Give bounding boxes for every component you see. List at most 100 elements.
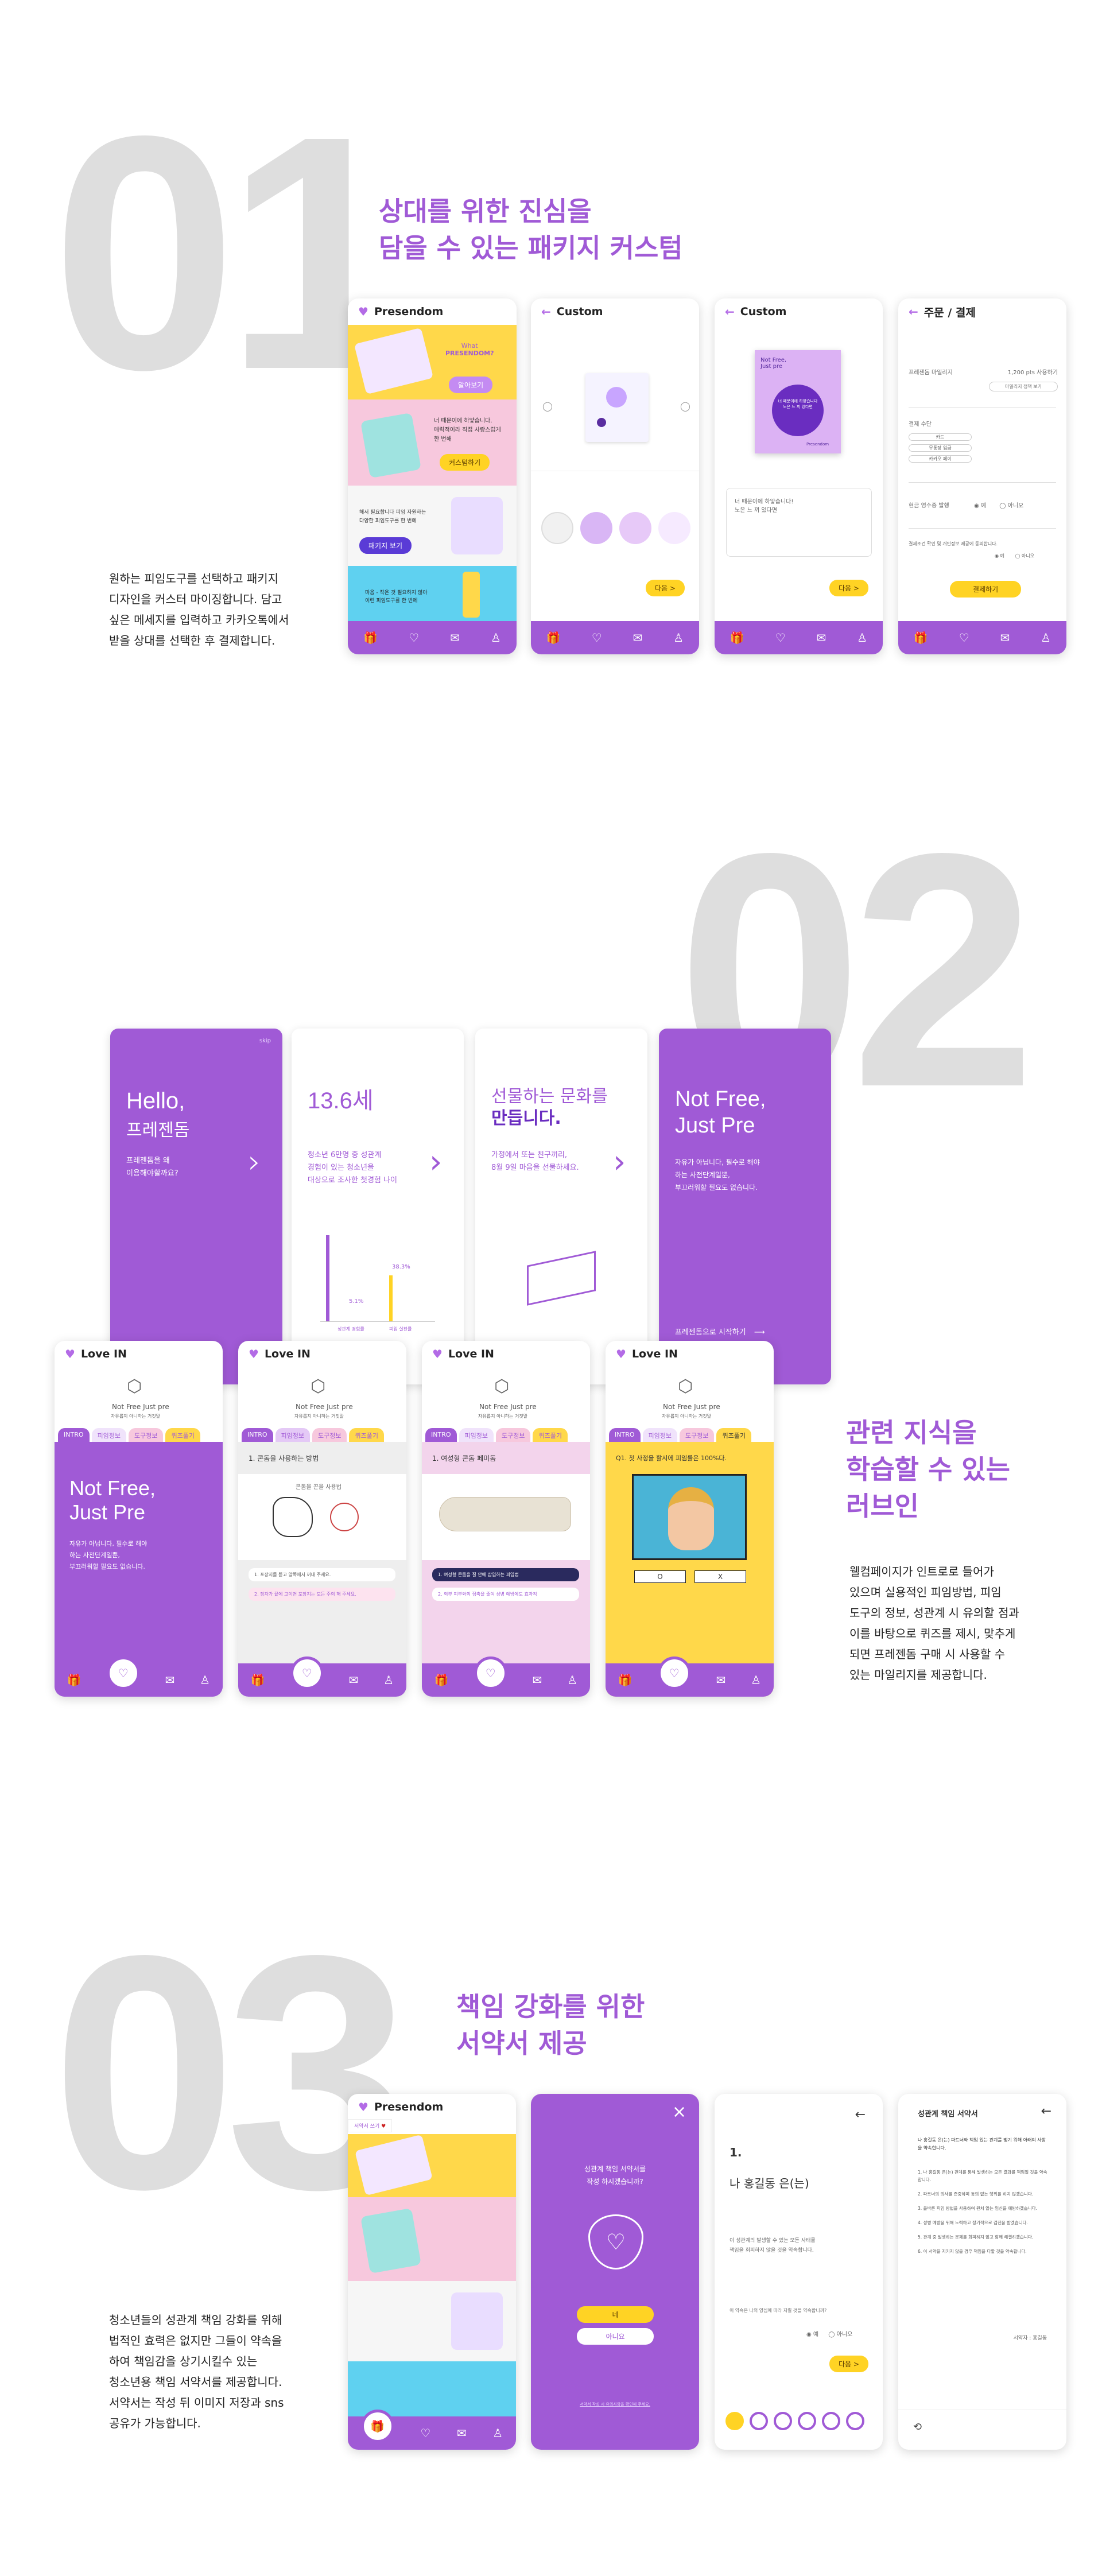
nav-message-icon[interactable]: ✉ — [1000, 631, 1010, 645]
tab-tool[interactable]: 도구정보 — [679, 1428, 715, 1443]
design-option[interactable] — [658, 512, 690, 544]
nav-heart-icon[interactable]: ♡ — [775, 631, 786, 645]
nav-gift-icon[interactable]: 🎁 — [914, 631, 928, 645]
tab-quiz[interactable]: 퀴즈풀기 — [349, 1428, 384, 1443]
nav-message-icon[interactable]: ✉ — [716, 1673, 726, 1687]
design-option[interactable] — [580, 512, 612, 544]
banner-news[interactable]: 마음 - 작은 것 필요하지 않아 이런 피임도구를 한 번에 — [348, 566, 517, 621]
nav-user-icon[interactable]: ♙ — [492, 2426, 503, 2440]
message-input[interactable]: 너 때문이에 하얗습니다! 노은 느 끼 있다면 — [726, 488, 872, 557]
banner-what[interactable] — [348, 2134, 516, 2197]
design-option[interactable] — [541, 512, 573, 544]
nav-message-icon[interactable]: ✉ — [457, 2426, 467, 2440]
banner-message[interactable]: 너 때문이에 하얗습니다. 매력적이라 직접 사랑스럽게 한 번해 커스텀하기 — [348, 399, 517, 486]
tab-tool[interactable]: 도구정보 — [312, 1428, 347, 1443]
banner-package[interactable]: 해서 필요합니다 피임 자원하는 다양한 피임도구를 한 번에 패키지 보기 — [348, 486, 517, 566]
banner-what[interactable]: What PRESENDOM? 알아보기 — [348, 325, 517, 399]
nav-message-icon[interactable]: ✉ — [349, 1673, 359, 1687]
tab-method[interactable]: 피임정보 — [459, 1428, 494, 1443]
banner-package[interactable] — [348, 2281, 516, 2361]
tab-quiz[interactable]: 퀴즈풀기 — [165, 1428, 200, 1443]
quiz-answer-x[interactable]: X — [694, 1570, 746, 1583]
receipt-yes[interactable]: ◉ 예 — [974, 503, 986, 509]
nav-gift-icon[interactable]: 🎁 — [360, 2410, 394, 2443]
chevron-right-icon[interactable]: › — [613, 1143, 626, 1181]
tab-quiz[interactable]: 퀴즈풀기 — [716, 1428, 751, 1443]
tab-quiz[interactable]: 퀴즈풀기 — [533, 1428, 568, 1443]
nav-heart-icon[interactable]: ♡ — [959, 631, 969, 645]
tab-intro[interactable]: INTRO — [425, 1428, 457, 1443]
next-button[interactable]: 다음 > — [646, 580, 685, 596]
tab-method[interactable]: 피임정보 — [642, 1428, 677, 1443]
nav-heart-icon[interactable]: ♡ — [657, 1656, 691, 1690]
nav-gift-icon[interactable]: 🎁 — [546, 631, 561, 645]
tab-intro[interactable]: INTRO — [609, 1428, 641, 1443]
banner-button[interactable]: 알아보기 — [449, 377, 493, 393]
nav-user-icon[interactable]: ♙ — [491, 631, 501, 645]
nav-user-icon[interactable]: ♙ — [383, 1673, 394, 1687]
nav-gift-icon[interactable]: 🎁 — [730, 631, 744, 645]
nav-heart-icon[interactable]: ♡ — [420, 2426, 430, 2440]
tab-intro[interactable]: INTRO — [58, 1428, 90, 1443]
tab-tool[interactable]: 도구정보 — [128, 1428, 164, 1443]
nav-heart-icon[interactable]: ♡ — [474, 1656, 507, 1690]
back-arrow-icon[interactable]: ← — [725, 305, 735, 319]
notice-link[interactable]: 서약서 작성 시 유의사항을 확인해 주세요. — [531, 2402, 699, 2407]
nav-user-icon[interactable]: ♙ — [751, 1673, 761, 1687]
nav-gift-icon[interactable]: 🎁 — [618, 1673, 633, 1687]
nav-message-icon[interactable]: ✉ — [633, 631, 642, 645]
payment-option-transfer[interactable]: 무통장 입금 — [909, 444, 972, 452]
tab-method[interactable]: 피임정보 — [275, 1428, 310, 1443]
back-arrow-icon[interactable]: ← — [909, 305, 918, 319]
nav-user-icon[interactable]: ♙ — [1041, 631, 1051, 645]
design-option[interactable] — [619, 512, 651, 544]
skip-link[interactable]: skip — [259, 1038, 271, 1044]
nav-heart-icon[interactable]: ♡ — [409, 631, 419, 645]
chevron-right-icon[interactable]: › — [248, 1143, 261, 1181]
next-button[interactable]: 다음 > — [829, 580, 868, 596]
nav-gift-icon[interactable]: 🎁 — [251, 1673, 265, 1687]
payment-option-card[interactable]: 카드 — [909, 433, 972, 441]
share-icon[interactable]: ⟲ — [913, 2421, 922, 2433]
tab-method[interactable]: 피임정보 — [91, 1428, 126, 1443]
nav-heart-icon[interactable]: ♡ — [290, 1656, 324, 1690]
close-icon[interactable]: × — [672, 2102, 686, 2122]
no-button[interactable]: 아니요 — [577, 2328, 654, 2345]
back-arrow-icon[interactable]: ← — [855, 2108, 866, 2122]
nav-user-icon[interactable]: ♙ — [857, 631, 867, 645]
yes-button[interactable]: 네 — [577, 2306, 654, 2323]
package-button[interactable]: 패키지 보기 — [359, 537, 412, 554]
nav-message-icon[interactable]: ✉ — [165, 1673, 175, 1687]
banner-news[interactable] — [348, 2361, 516, 2416]
back-arrow-icon[interactable]: ← — [541, 305, 551, 319]
nav-heart-icon[interactable]: ♡ — [106, 1656, 140, 1690]
start-link[interactable]: 프레젠돔으로 시작하기 ⟶ — [675, 1326, 765, 1337]
back-arrow-icon[interactable]: ← — [1041, 2104, 1051, 2119]
step-option-yes[interactable]: ◉ 예 — [806, 2331, 818, 2338]
step-option-no[interactable]: ◯ 아니오 — [828, 2331, 852, 2338]
agree-yes[interactable]: ◉ 예 — [995, 553, 1004, 558]
payment-option-kakaopay[interactable]: 카카오 페이 — [909, 455, 972, 463]
nav-user-icon[interactable]: ♙ — [200, 1673, 210, 1687]
nav-message-icon[interactable]: ✉ — [450, 631, 460, 645]
nav-message-icon[interactable]: ✉ — [533, 1673, 542, 1687]
nav-user-icon[interactable]: ♙ — [673, 631, 684, 645]
next-arrow-icon[interactable]: ◯ — [680, 401, 690, 412]
receipt-no[interactable]: ◯ 아니오 — [999, 503, 1023, 509]
nav-message-icon[interactable]: ✉ — [816, 631, 826, 645]
customize-button[interactable]: 커스텀하기 — [440, 454, 490, 471]
nav-gift-icon[interactable]: 🎁 — [434, 1673, 449, 1687]
tab-tool[interactable]: 도구정보 — [495, 1428, 531, 1443]
mileage-policy-button[interactable]: 마일리지 정책 보기 — [989, 382, 1058, 391]
tab-intro[interactable]: INTRO — [242, 1428, 273, 1443]
pledge-tab[interactable]: 서약서 쓰기 ♥ — [348, 2119, 393, 2132]
pay-button[interactable]: 결제하기 — [950, 581, 1022, 598]
agree-no[interactable]: ◯ 아니오 — [1015, 553, 1034, 558]
nav-gift-icon[interactable]: 🎁 — [363, 631, 378, 645]
nav-gift-icon[interactable]: 🎁 — [67, 1673, 82, 1687]
quiz-answer-o[interactable]: O — [634, 1570, 686, 1583]
banner-message[interactable] — [348, 2197, 516, 2281]
nav-user-icon[interactable]: ♙ — [567, 1673, 577, 1687]
next-button[interactable]: 다음 > — [829, 2356, 868, 2372]
prev-arrow-icon[interactable]: ◯ — [542, 401, 553, 412]
